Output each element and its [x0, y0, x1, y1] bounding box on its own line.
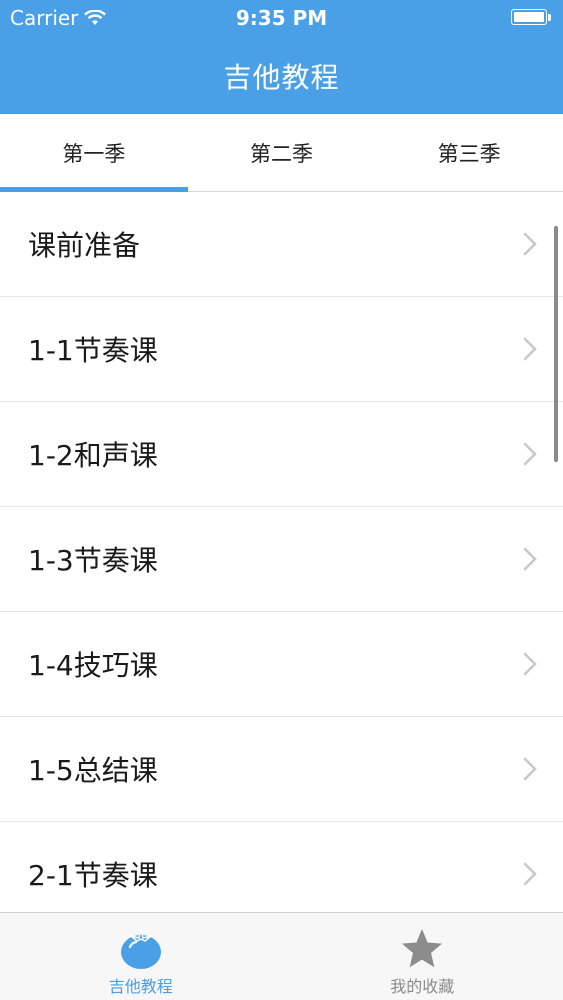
- lesson-label: 1-2和声课: [28, 439, 158, 472]
- chevron-right-icon: [523, 337, 537, 361]
- status-time: 9:35 PM: [235, 6, 328, 30]
- season-tabs: 第一季 第二季 第三季: [0, 114, 563, 192]
- bottom-tab-bar: 吉他教程 我的收藏: [0, 912, 563, 1000]
- chevron-right-icon: [523, 652, 537, 676]
- tab-season-2[interactable]: 第二季: [188, 114, 376, 191]
- list-item[interactable]: 1-3节奏课: [0, 507, 563, 612]
- lesson-label: 1-3节奏课: [28, 544, 158, 577]
- chevron-right-icon: [523, 232, 537, 256]
- list-item[interactable]: 1-2和声课: [0, 402, 563, 507]
- list-item[interactable]: 1-5总结课: [0, 717, 563, 822]
- tabbar-item-favorites[interactable]: 我的收藏: [282, 913, 563, 1000]
- tab-label: 第三季: [437, 141, 501, 166]
- header: Carrier 9:35 PM 吉他教程: [0, 0, 563, 114]
- chevron-right-icon: [523, 862, 537, 886]
- battery-icon: [511, 9, 553, 27]
- tab-label: 第一季: [62, 141, 126, 166]
- scroll-indicator[interactable]: [554, 226, 558, 462]
- lesson-label: 2-1节奏课: [28, 859, 158, 892]
- list-item[interactable]: 课前准备: [0, 192, 563, 297]
- lesson-list[interactable]: 课前准备 1-1节奏课 1-2和声课 1-3节奏课 1-4技巧课 1-5总结课 …: [0, 192, 563, 912]
- tabbar-item-guitar-tutorial[interactable]: 吉他教程: [0, 913, 282, 1000]
- tomato-icon: [120, 929, 161, 969]
- star-icon: [402, 929, 443, 968]
- chevron-right-icon: [523, 442, 537, 466]
- tabbar-label: 我的收藏: [390, 977, 455, 996]
- list-item[interactable]: 1-1节奏课: [0, 297, 563, 402]
- lesson-label: 1-1节奏课: [28, 334, 158, 367]
- tabbar-label: 吉他教程: [108, 977, 173, 996]
- lesson-label: 课前准备: [28, 229, 141, 262]
- lesson-label: 1-4技巧课: [28, 649, 158, 682]
- list-item[interactable]: 2-1节奏课: [0, 822, 563, 912]
- app-screen: Carrier 9:35 PM 吉他教程 第一季 第二季 第三季 课前准备 1-…: [0, 0, 563, 1000]
- status-bar: Carrier 9:35 PM: [0, 0, 563, 38]
- list-item[interactable]: 1-4技巧课: [0, 612, 563, 717]
- tab-label: 第二季: [250, 141, 313, 166]
- chevron-right-icon: [523, 547, 537, 571]
- chevron-right-icon: [523, 757, 537, 781]
- lesson-label: 1-5总结课: [28, 754, 158, 787]
- tab-season-3[interactable]: 第三季: [375, 114, 563, 191]
- page-title: 吉他教程: [223, 61, 340, 94]
- tab-season-1[interactable]: 第一季: [0, 114, 188, 192]
